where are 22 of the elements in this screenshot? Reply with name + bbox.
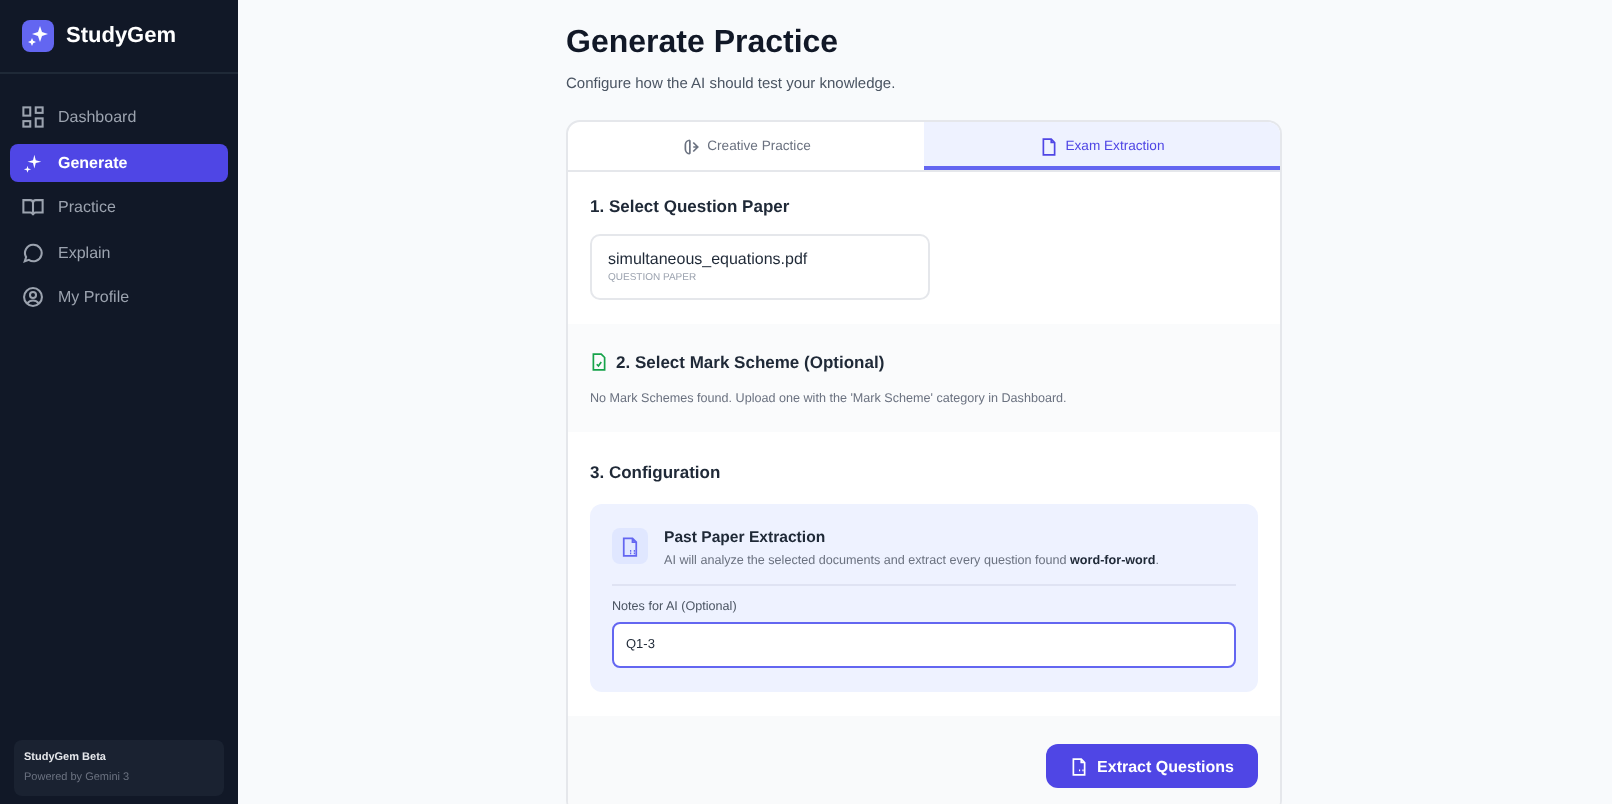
- sparkle-icon: [22, 20, 54, 52]
- book-icon: [22, 196, 44, 219]
- grid-icon: [22, 106, 44, 129]
- section-heading: 1. Select Question Paper: [590, 196, 792, 216]
- user-icon: [22, 286, 44, 309]
- nav-item[interactable]: Generate: [10, 143, 228, 182]
- section-heading: 3. Configuration: [590, 462, 723, 482]
- nav-item[interactable]: Dashboard: [10, 98, 228, 137]
- chat-icon: [22, 241, 44, 264]
- sparkle-icon: [22, 151, 44, 174]
- brand-name: StudyGem: [66, 24, 177, 48]
- nav-item[interactable]: Explain: [10, 233, 228, 272]
- document-icon: [1039, 137, 1058, 155]
- document-icon: [612, 528, 648, 564]
- file-name: simultaneous_equations.pdf: [608, 250, 810, 268]
- nav-item[interactable]: My Profile: [10, 278, 228, 317]
- nav-item[interactable]: Practice: [10, 188, 228, 227]
- document-icon: [1069, 755, 1088, 777]
- page-title: Generate Practice: [566, 26, 841, 62]
- extract-button[interactable]: Extract Questions: [1045, 744, 1258, 788]
- document-icon: [590, 352, 608, 372]
- section-heading: 2. Select Mark Scheme (Optional): [616, 352, 885, 372]
